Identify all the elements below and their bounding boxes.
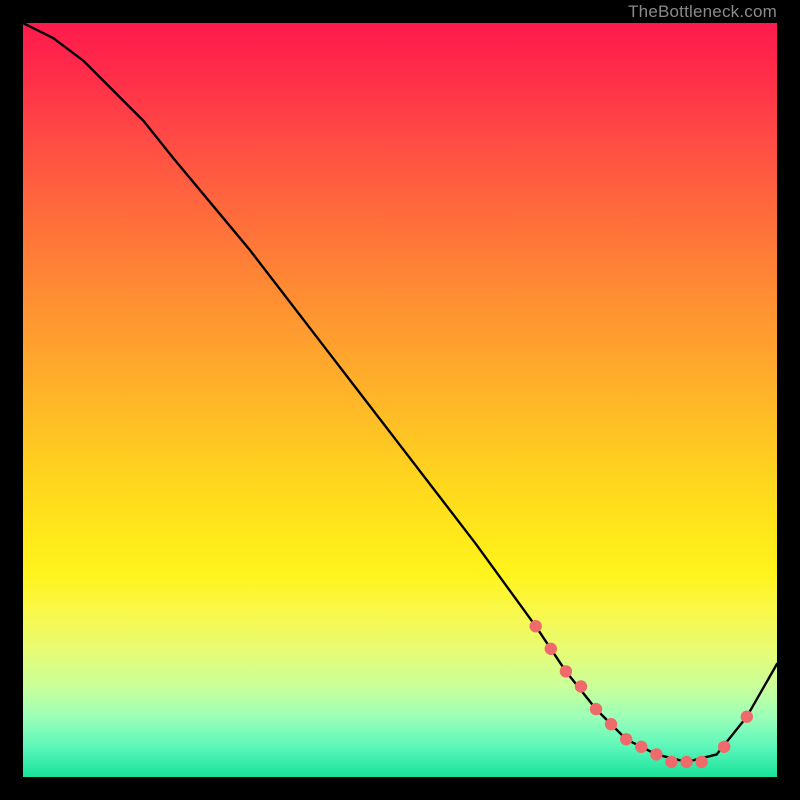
stage: TheBottleneck.com xyxy=(0,0,800,800)
highlight-dot xyxy=(741,711,753,723)
highlight-dot xyxy=(530,620,542,632)
highlight-dot xyxy=(680,756,692,768)
highlight-dot xyxy=(545,643,557,655)
highlight-dot xyxy=(695,756,707,768)
highlight-dot xyxy=(575,680,587,692)
highlight-dot xyxy=(620,733,632,745)
highlight-dot xyxy=(605,718,617,730)
highlight-dot xyxy=(665,756,677,768)
chart-panel xyxy=(23,23,777,777)
highlight-dot xyxy=(718,741,730,753)
highlight-dot xyxy=(650,748,662,760)
highlight-dot xyxy=(635,741,647,753)
dots-layer xyxy=(23,23,777,777)
highlight-dot xyxy=(590,703,602,715)
highlight-dot xyxy=(560,665,572,677)
watermark-text: TheBottleneck.com xyxy=(628,2,777,22)
dots-group xyxy=(530,620,754,768)
